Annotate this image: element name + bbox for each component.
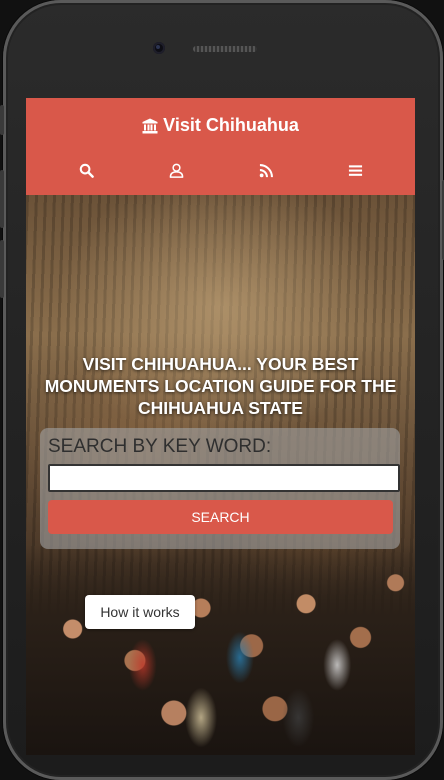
nav-rss-button[interactable] [254, 160, 278, 180]
bank-icon [142, 118, 158, 133]
nav-user-button[interactable] [164, 160, 188, 180]
how-it-works-button[interactable]: How it works [85, 595, 195, 629]
search-input[interactable] [48, 464, 400, 492]
brand-link[interactable]: Visit Chihuahua [26, 115, 415, 136]
phone-screen: Visit Chihuahua VISIT CHIHUAHUA... YOUR … [26, 98, 415, 755]
rss-icon [259, 163, 273, 177]
earpiece-speaker [193, 46, 257, 52]
hamburger-menu-icon [348, 164, 362, 176]
nav-search-button[interactable] [74, 160, 98, 180]
top-navbar: Visit Chihuahua [26, 98, 415, 195]
nav-icons [26, 160, 415, 180]
hero-section: VISIT CHIHUAHUA... YOUR BEST MONUMENTS L… [26, 195, 415, 755]
front-camera [153, 42, 165, 54]
hero-background-shirts [26, 605, 415, 755]
search-label: SEARCH BY KEY WORD: [48, 436, 272, 457]
search-panel: SEARCH BY KEY WORD: SEARCH [40, 428, 400, 549]
brand-title: Visit Chihuahua [163, 115, 299, 135]
phone-volume-up [0, 170, 4, 228]
user-icon [169, 163, 183, 178]
search-icon [79, 163, 94, 178]
hero-headline: VISIT CHIHUAHUA... YOUR BEST MONUMENTS L… [44, 354, 397, 418]
phone-volume-down [0, 240, 4, 298]
search-button[interactable]: SEARCH [48, 500, 393, 534]
nav-menu-button[interactable] [343, 160, 367, 180]
phone-silent-switch [0, 105, 4, 135]
